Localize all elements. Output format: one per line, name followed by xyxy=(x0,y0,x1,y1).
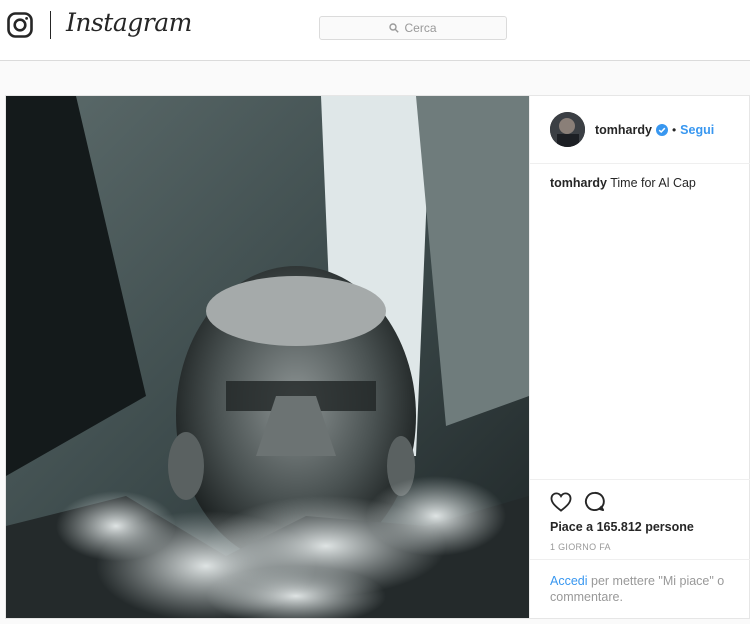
login-prompt: Accedi per mettere "Mi piace" o commenta… xyxy=(550,573,740,605)
search-icon xyxy=(389,23,400,33)
post-sidebar: tomhardy • Segui tomhardy Time for Al Ca… xyxy=(529,96,750,618)
separator-dot: • xyxy=(671,122,677,137)
instagram-wordmark[interactable]: Instagram xyxy=(66,8,192,37)
search-input[interactable]: Cerca xyxy=(319,16,507,40)
instagram-camera-icon[interactable] xyxy=(7,12,33,38)
comment-button[interactable] xyxy=(584,491,605,517)
post-timestamp: 1 GIORNO FA xyxy=(550,542,611,552)
post-photo-image xyxy=(6,96,529,618)
search-placeholder: Cerca xyxy=(404,21,437,35)
divider xyxy=(530,559,750,560)
heart-icon xyxy=(550,491,572,512)
caption-text: Time for Al Cap xyxy=(610,176,696,190)
likes-count[interactable]: Piace a 165.812 persone xyxy=(550,520,694,534)
divider xyxy=(530,163,750,164)
post-card: tomhardy • Segui tomhardy Time for Al Ca… xyxy=(5,95,750,619)
comment-icon xyxy=(584,491,605,512)
avatar-image xyxy=(550,112,585,147)
logo-divider xyxy=(50,11,51,39)
login-link[interactable]: Accedi xyxy=(550,574,588,588)
avatar[interactable] xyxy=(550,112,585,147)
verified-badge-icon xyxy=(655,124,668,136)
post-actions xyxy=(550,491,617,517)
like-button[interactable] xyxy=(550,491,572,517)
author-username[interactable]: tomhardy xyxy=(595,123,652,137)
post-photo[interactable] xyxy=(6,96,529,618)
post-caption: tomhardy Time for Al Cap xyxy=(550,176,696,190)
caption-username[interactable]: tomhardy xyxy=(550,176,607,190)
follow-button[interactable]: Segui xyxy=(680,123,714,137)
top-navigation-bar: Instagram Cerca xyxy=(0,0,750,61)
divider xyxy=(530,479,750,480)
post-author: tomhardy • Segui xyxy=(550,112,714,147)
